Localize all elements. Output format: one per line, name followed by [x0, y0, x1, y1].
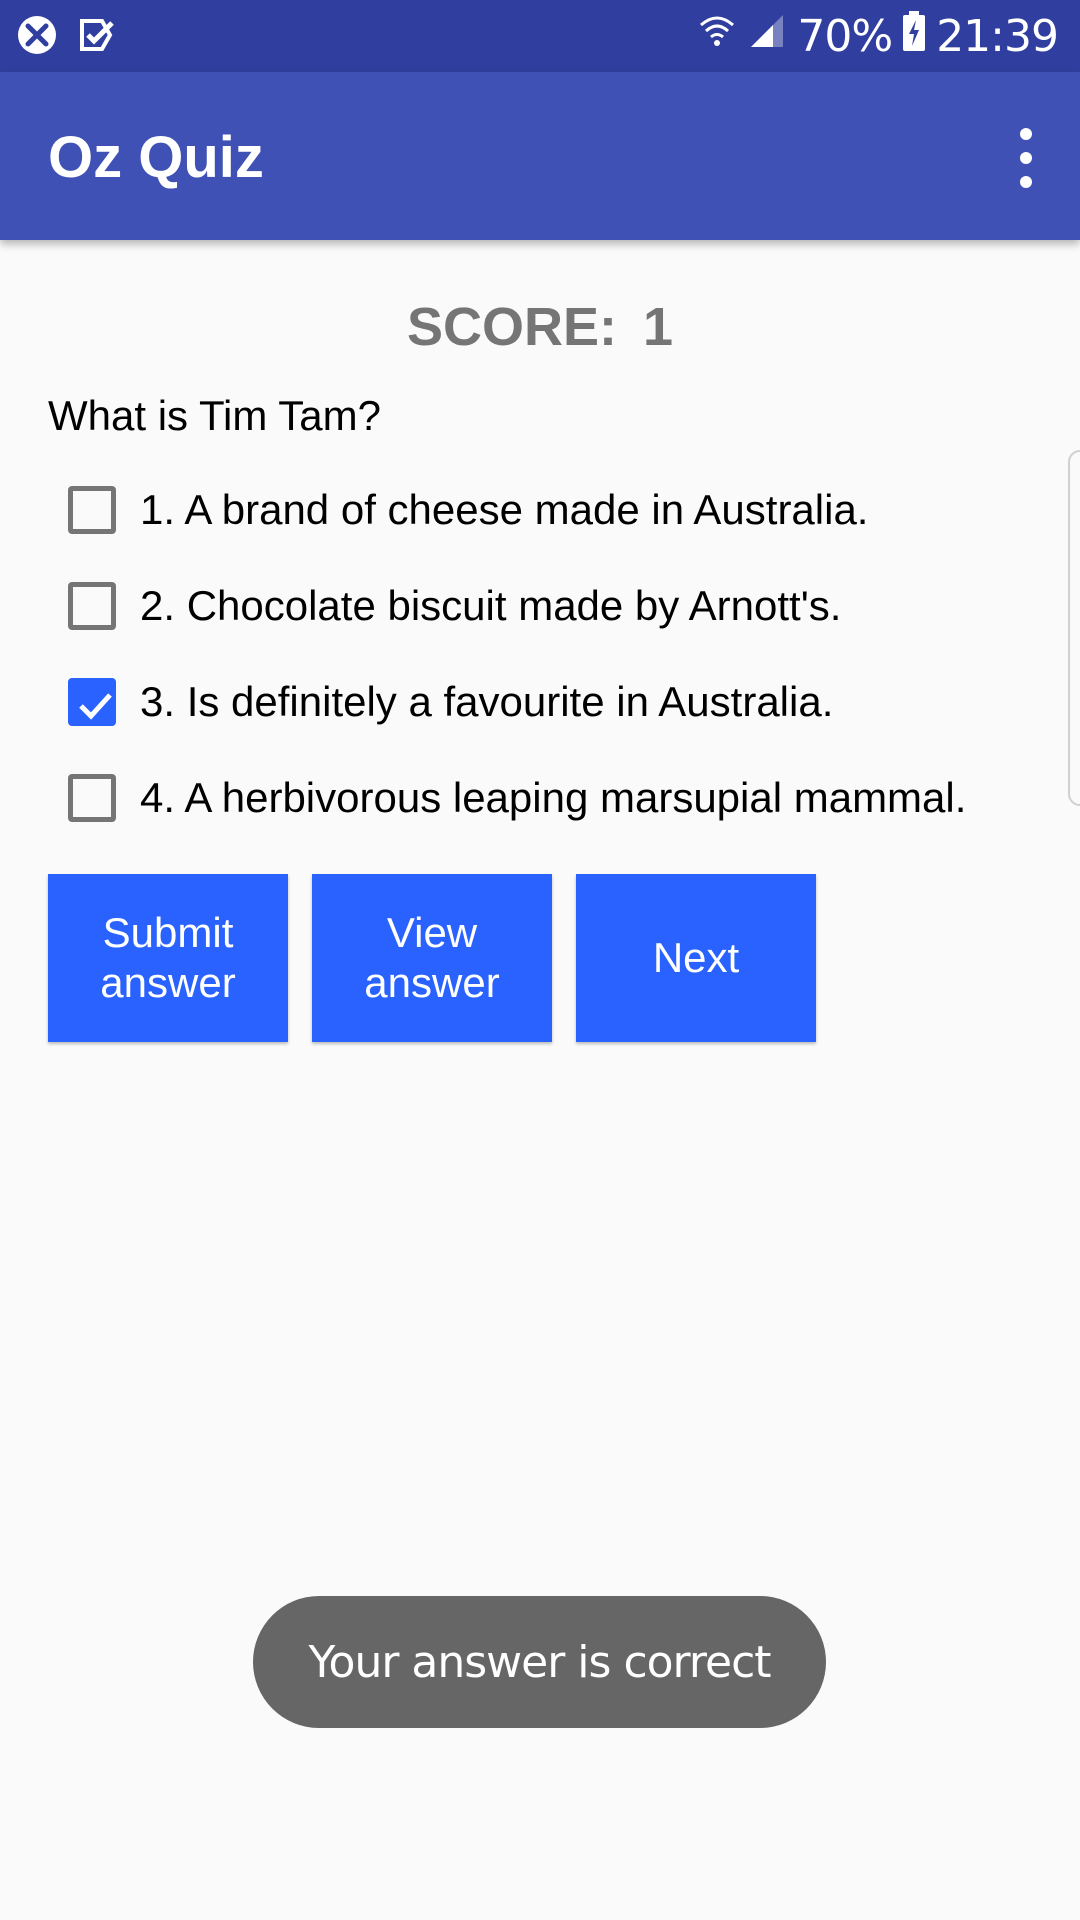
submit-answer-button[interactable]: Submit answer [48, 874, 288, 1042]
menu-dot [1020, 152, 1032, 164]
clock: 21:39 [936, 11, 1059, 62]
edge-panel-handle[interactable] [1068, 450, 1080, 806]
score-label: SCORE: [406, 297, 617, 357]
app-bar: Oz Quiz [0, 72, 1080, 240]
checkbox-unchecked[interactable] [68, 774, 116, 822]
signal-icon [747, 11, 787, 62]
checkbox-checked[interactable] [68, 678, 116, 726]
overflow-menu-icon[interactable] [1012, 128, 1040, 188]
checkbox-unchecked[interactable] [68, 486, 116, 534]
option-4[interactable]: 4. A herbivorous leaping marsupial mamma… [68, 750, 966, 846]
screen: 70% 21:39 Oz Quiz SCORE: 1 What is Tim Ta… [0, 0, 1080, 1920]
checkmark-notification-icon [76, 15, 116, 60]
score-value: 1 [642, 297, 674, 357]
option-label: 3. Is definitely a favourite in Australi… [140, 678, 834, 725]
toast-message: Your answer is correct [253, 1596, 826, 1728]
checkbox-unchecked[interactable] [68, 582, 116, 630]
score-display: SCORE: 1 [0, 296, 1080, 358]
option-1[interactable]: 1. A brand of cheese made in Australia. [68, 462, 966, 558]
status-bar: 70% 21:39 [0, 0, 1080, 72]
answer-options: 1. A brand of cheese made in Australia. … [68, 462, 966, 846]
battery-percent: 70% [797, 11, 893, 62]
app-title: Oz Quiz [48, 125, 264, 190]
check-icon [79, 693, 112, 720]
option-3[interactable]: 3. Is definitely a favourite in Australi… [68, 654, 966, 750]
action-buttons: Submit answer View answer Next [48, 874, 816, 1042]
wifi-icon [697, 11, 737, 62]
option-label: 4. A herbivorous leaping marsupial mamma… [140, 774, 967, 821]
app-notification-icon [16, 14, 58, 61]
status-left [16, 14, 116, 61]
option-label: 2. Chocolate biscuit made by Arnott's. [140, 582, 842, 629]
question-text: What is Tim Tam? [48, 392, 381, 439]
option-2[interactable]: 2. Chocolate biscuit made by Arnott's. [68, 558, 966, 654]
menu-dot [1020, 128, 1032, 140]
menu-dot [1020, 176, 1032, 188]
status-right: 70% 21:39 [697, 10, 1059, 63]
battery-charging-icon [902, 10, 926, 63]
view-answer-button[interactable]: View answer [312, 874, 552, 1042]
next-button[interactable]: Next [576, 874, 816, 1042]
option-label: 1. A brand of cheese made in Australia. [140, 486, 869, 533]
